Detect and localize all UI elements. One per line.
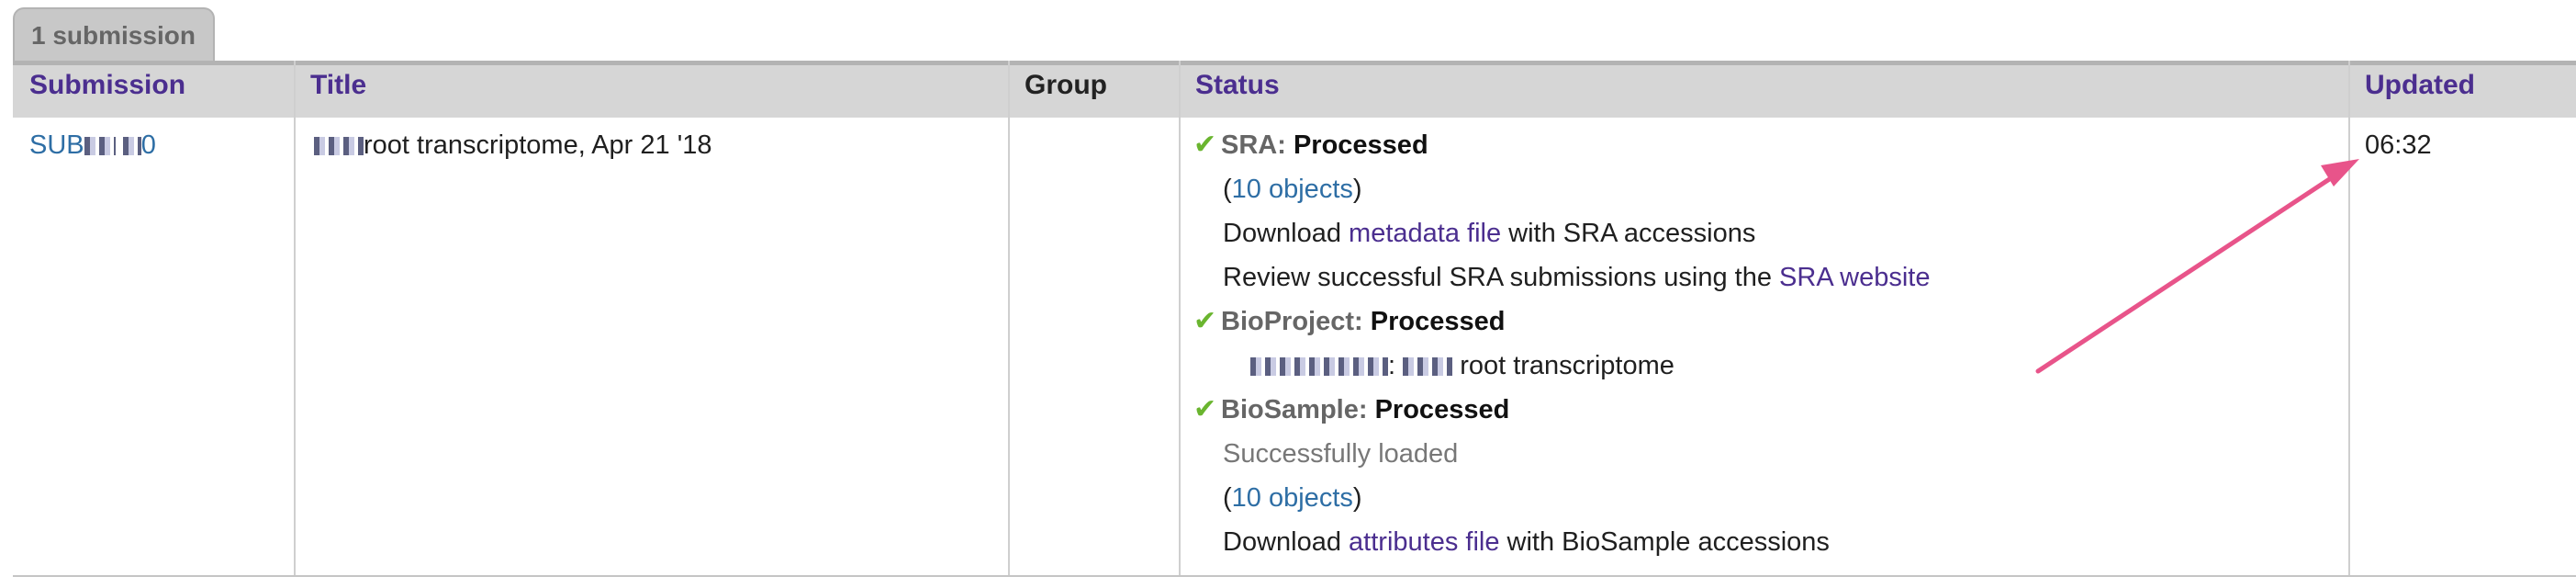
annotation-arrow	[2035, 159, 2359, 374]
arrow-shaft	[2035, 170, 2342, 374]
